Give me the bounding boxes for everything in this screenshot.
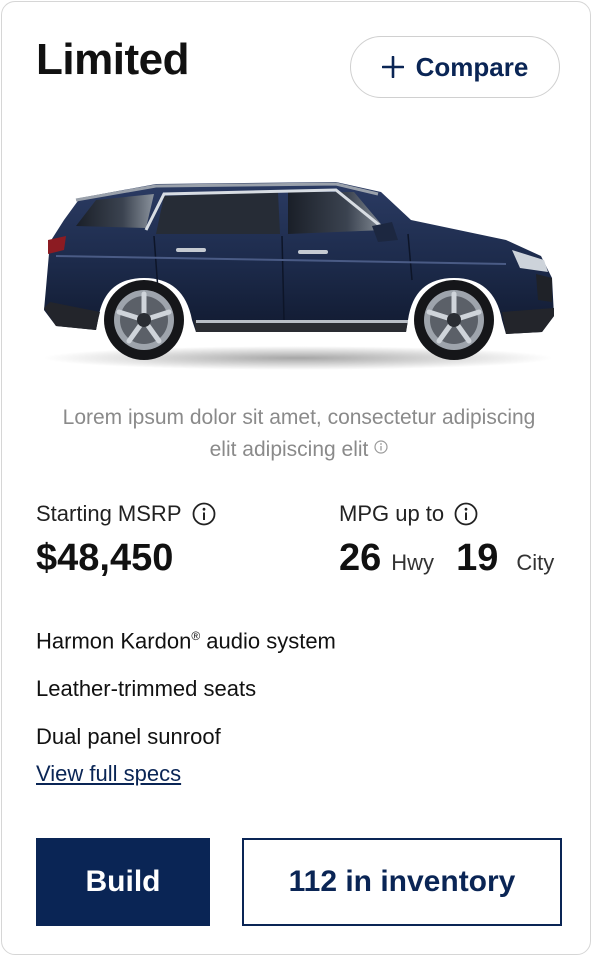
feature-brand: Harmon Kardon — [36, 628, 192, 654]
city-mpg-value: 19 — [456, 537, 499, 579]
msrp-info-icon[interactable] — [192, 502, 216, 526]
mpg-info-icon[interactable] — [454, 502, 478, 526]
view-full-specs-link[interactable]: View full specs — [36, 758, 181, 790]
feature-item: Dual panel sunroof — [36, 724, 221, 750]
mpg-label: MPG up to — [339, 498, 478, 530]
disclaimer: Lorem ipsum dolor sit amet, consectetur … — [62, 402, 536, 466]
mpg-label-text: MPG up to — [339, 501, 445, 526]
trim-name: Limited — [36, 35, 189, 84]
feature-list: Harmon Kardon® audio system Leather-trim… — [36, 612, 336, 761]
registered-mark: ® — [191, 629, 201, 643]
hwy-mpg-unit: Hwy — [391, 550, 435, 575]
city-mpg-unit: City — [516, 550, 555, 575]
suv-image — [43, 182, 554, 370]
compare-label: Compare — [415, 51, 529, 82]
inventory-button[interactable]: 112 in inventory — [242, 838, 562, 926]
feature-rest: audio system — [200, 628, 336, 654]
feature-item: Harmon Kardon® audio system — [36, 612, 336, 665]
info-icon[interactable] — [374, 440, 388, 454]
msrp-value: $48,450 — [36, 537, 174, 579]
mpg-values: 26 Hwy 19 City — [339, 534, 554, 582]
disclaimer-text: Lorem ipsum dolor sit amet, consectetur … — [62, 406, 536, 461]
feature-item: Leather-trimmed seats — [36, 676, 257, 702]
build-button[interactable]: Build — [36, 838, 210, 926]
trim-card: Limited Compare Lorem ipsum dolor sit am… — [1, 1, 591, 955]
msrp-label-text: Starting MSRP — [36, 501, 182, 526]
compare-button[interactable]: Compare — [350, 36, 560, 98]
msrp-label: Starting MSRP — [36, 498, 216, 530]
plus-icon — [381, 56, 404, 78]
hwy-mpg-value: 26 — [339, 537, 382, 579]
